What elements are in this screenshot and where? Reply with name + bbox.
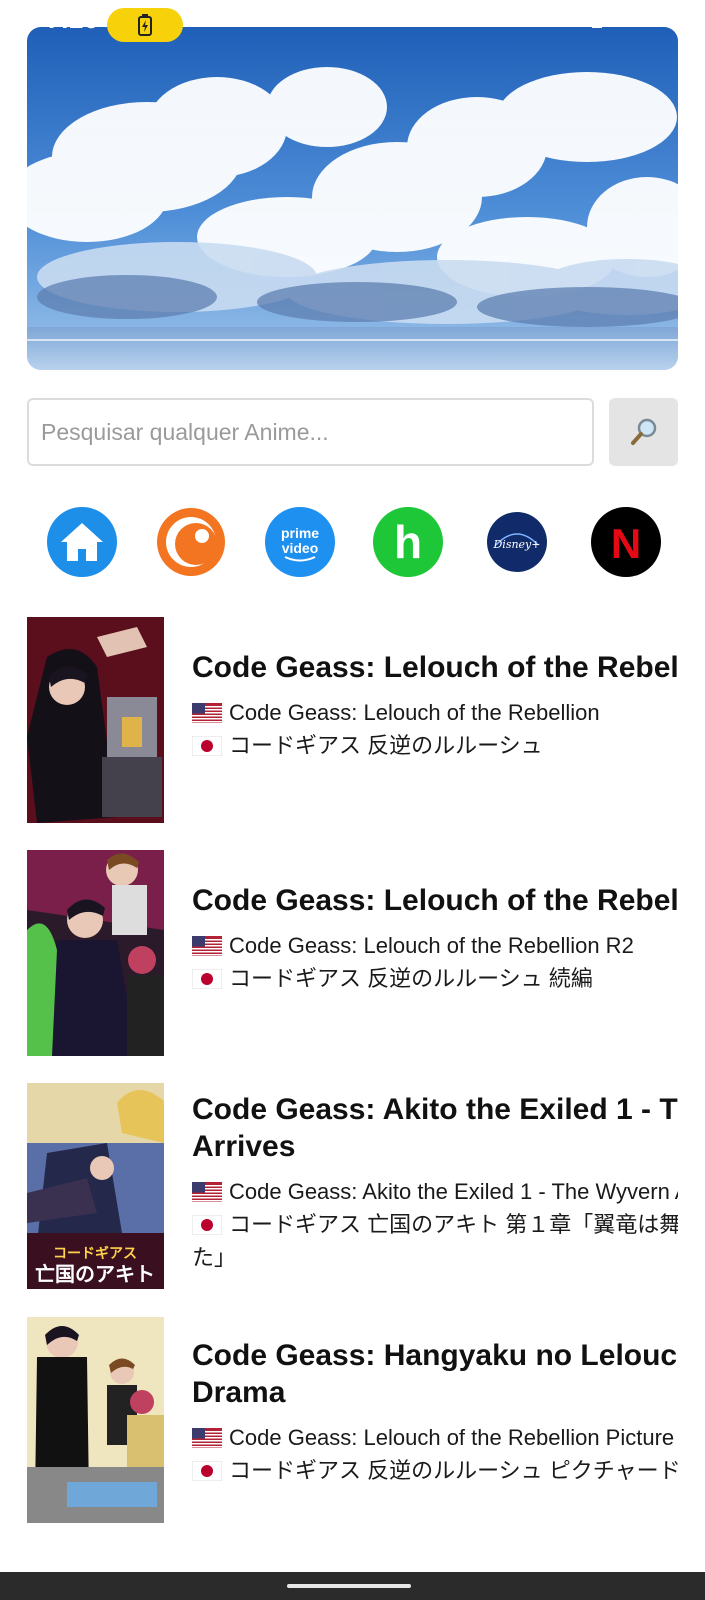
japanese-title-text: コードギアス 亡国のアキト 第１章「翼竜は舞い降りた」 (229, 1212, 678, 1237)
banner-image (27, 27, 678, 370)
jp-flag-icon (192, 1214, 222, 1235)
japanese-title-text: コードギアス 反逆のルルーシュ (229, 733, 543, 758)
home-gesture-handle[interactable] (287, 1584, 411, 1588)
signal-icon (562, 11, 579, 27)
japanese-title-text-line2: た」 (192, 1245, 237, 1270)
english-title: Code Geass: Akito the Exiled 1 - The Wyv… (192, 1175, 678, 1208)
us-flag-icon (192, 1181, 222, 1202)
japanese-title: コードギアス 反逆のルルーシュ ピクチャードラマ (192, 1454, 678, 1487)
japanese-title: コードギアス 反逆のルルーシュ (192, 729, 678, 762)
anime-title: Code Geass: Lelouch of the Rebellion (192, 651, 678, 684)
system-navigation-bar (0, 1572, 705, 1600)
list-item[interactable]: Code Geass: Lelouch of the Rebellion Cod… (27, 617, 678, 823)
anime-info: Code Geass: Lelouch of the Rebellion Cod… (192, 617, 678, 823)
list-item[interactable]: Code Geass: Hangyaku no Lelouch Picture … (27, 1317, 678, 1523)
anime-poster: コードギアス 亡国のアキト (27, 1083, 164, 1289)
japanese-title-text: コードギアス 反逆のルルーシュ 続編 (229, 966, 593, 991)
alarm-icon (477, 11, 494, 27)
status-time: 7:26 (46, 4, 99, 34)
home-icon[interactable] (47, 507, 117, 577)
us-flag-icon (192, 935, 222, 956)
english-title: Code Geass: Lelouch of the Rebellion Pic… (192, 1421, 678, 1454)
english-title-text: Code Geass: Akito the Exiled 1 - The Wyv… (229, 1179, 678, 1204)
netflix-label: N (611, 520, 641, 567)
english-title: Code Geass: Lelouch of the Rebellion R2 (192, 929, 678, 962)
english-title-text: Code Geass: Lelouch of the Rebellion Pic… (229, 1425, 678, 1450)
english-title: Code Geass: Lelouch of the Rebellion (192, 696, 678, 729)
us-flag-icon (192, 702, 222, 723)
english-title-text: Code Geass: Lelouch of the Rebellion (229, 700, 600, 725)
list-item[interactable]: コードギアス 亡国のアキト Code Geass: Akito the Exil… (27, 1083, 678, 1289)
japanese-title-text: コードギアス 反逆のルルーシュ ピクチャードラマ (229, 1458, 678, 1483)
poster-title-text: 亡国のアキト (35, 1262, 155, 1286)
video-label: video (282, 540, 319, 556)
anime-poster (27, 617, 164, 823)
streaming-services-bar: prime video h Disney+ N (0, 507, 705, 577)
anime-info: Code Geass: Lelouch of the Rebellion R2 … (192, 850, 678, 1056)
anime-title-line1: Code Geass: Hangyaku no Lelouch Picture (192, 1339, 678, 1372)
anime-title-line2: Drama (192, 1376, 286, 1409)
english-title-text: Code Geass: Lelouch of the Rebellion R2 (229, 933, 634, 958)
prime-video-icon[interactable]: prime video (265, 507, 335, 577)
hulu-label: h (394, 516, 422, 568)
magnifier-icon (630, 418, 656, 445)
anime-poster (27, 850, 164, 1056)
anime-title: Code Geass: Lelouch of the Rebellion R2 (192, 884, 678, 917)
jp-flag-icon (192, 1460, 222, 1481)
wifi-icon (531, 11, 550, 26)
anime-info: Code Geass: Hangyaku no Lelouch Picture … (192, 1317, 678, 1523)
status-icons: 58% (477, 6, 661, 32)
us-flag-icon (192, 1427, 222, 1448)
search-button[interactable] (609, 398, 678, 466)
list-item[interactable]: Code Geass: Lelouch of the Rebellion R2 … (27, 850, 678, 1056)
anime-title: Code Geass: Akito the Exiled 1 - The Wyv… (192, 1091, 678, 1165)
anime-poster (27, 1317, 164, 1523)
search-input[interactable] (27, 398, 594, 466)
battery-icon (591, 9, 602, 28)
anime-title-line2: Arrives (192, 1130, 296, 1163)
vibrate-icon (507, 11, 518, 27)
anime-title-line1: Code Geass: Akito the Exiled 1 - The Wyv… (192, 1093, 678, 1126)
battery-percent: 58% (612, 5, 661, 32)
prime-label: prime (281, 525, 319, 541)
disney-plus-icon[interactable]: Disney+ (482, 507, 552, 577)
japanese-title-continued: た」 (192, 1241, 678, 1274)
poster-title-text: コードギアス (53, 1245, 137, 1262)
jp-flag-icon (192, 735, 222, 756)
japanese-title: コードギアス 亡国のアキト 第１章「翼竜は舞い降りた」 (192, 1208, 678, 1241)
hulu-icon[interactable]: h (373, 507, 443, 577)
netflix-icon[interactable]: N (591, 507, 661, 577)
status-bar: 7:26 58% (0, 0, 705, 42)
crunchyroll-icon[interactable] (156, 507, 226, 577)
battery-charging-icon (107, 8, 183, 42)
disney-label: Disney+ (492, 538, 540, 551)
anime-info: Code Geass: Akito the Exiled 1 - The Wyv… (192, 1083, 678, 1289)
japanese-title: コードギアス 反逆のルルーシュ 続編 (192, 962, 678, 995)
anime-title: Code Geass: Hangyaku no Lelouch Picture … (192, 1337, 678, 1411)
jp-flag-icon (192, 968, 222, 989)
